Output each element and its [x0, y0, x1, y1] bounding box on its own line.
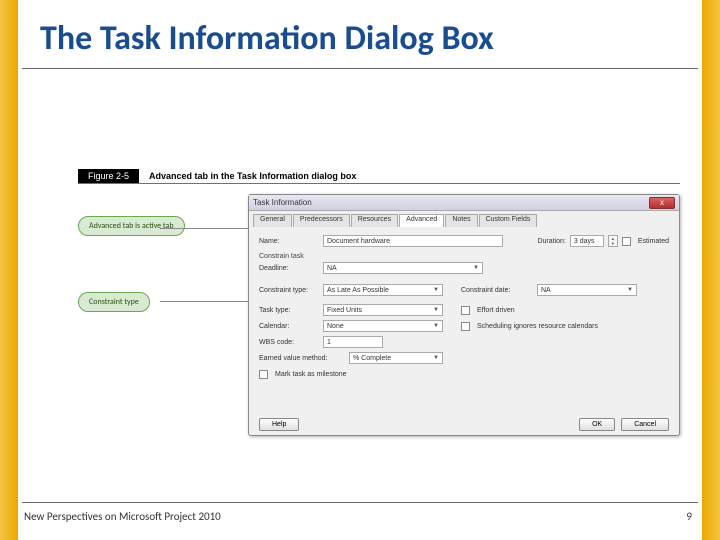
dropdown-icon: ▼	[433, 323, 439, 329]
callout-constraint-text: Constraint type	[89, 297, 139, 307]
dropdown-icon: ▼	[627, 287, 633, 293]
tab-resources[interactable]: Resources	[351, 214, 398, 227]
estimated-label: Estimated	[638, 238, 669, 245]
footer-line	[22, 502, 698, 503]
evm-label: Earned value method:	[259, 355, 345, 362]
duration-label: Duration:	[537, 238, 565, 245]
slide-title: The Task Information Dialog Box	[40, 18, 494, 59]
tab-predecessors[interactable]: Predecessors	[293, 214, 350, 227]
gold-bar-left	[0, 0, 18, 540]
task-type-select[interactable]: Fixed Units▼	[323, 304, 443, 316]
callout-advanced-text: Advanced tab is active tab	[89, 221, 174, 231]
close-icon[interactable]: x	[649, 197, 675, 209]
title-underline	[22, 68, 698, 69]
task-information-dialog: Task Information x General Predecessors …	[248, 194, 680, 436]
callout-advanced-tab: Advanced tab is active tab	[78, 216, 185, 236]
deadline-label: Deadline:	[259, 265, 319, 272]
task-type-label: Task type:	[259, 307, 319, 314]
tab-custom-fields[interactable]: Custom Fields	[479, 214, 538, 227]
name-input[interactable]: Document hardware	[323, 235, 503, 247]
dialog-footer: Help OK Cancel	[249, 418, 679, 431]
tab-notes[interactable]: Notes	[445, 214, 477, 227]
sched-ignores-label: Scheduling ignores resource calendars	[477, 323, 598, 330]
dialog-tabs: General Predecessors Resources Advanced …	[249, 211, 679, 227]
constraint-type-select[interactable]: As Late As Possible▼	[323, 284, 443, 296]
dropdown-icon: ▼	[433, 355, 439, 361]
deadline-input[interactable]: NA▼	[323, 262, 483, 274]
constraint-date-input[interactable]: NA▼	[537, 284, 637, 296]
cancel-button[interactable]: Cancel	[621, 418, 669, 431]
milestone-checkbox[interactable]	[259, 370, 268, 379]
tab-advanced[interactable]: Advanced	[399, 214, 444, 227]
duration-spinner[interactable]: ▲▼	[608, 235, 618, 247]
estimated-checkbox[interactable]	[622, 237, 631, 246]
evm-select[interactable]: % Complete▼	[349, 352, 443, 364]
dropdown-icon: ▼	[433, 287, 439, 293]
name-label: Name:	[259, 238, 319, 245]
constraint-type-label: Constraint type:	[259, 287, 319, 294]
calendar-select[interactable]: None▼	[323, 320, 443, 332]
help-button[interactable]: Help	[259, 418, 299, 431]
dialog-titlebar: Task Information x	[249, 195, 679, 211]
dropdown-icon: ▼	[473, 265, 479, 271]
effort-driven-checkbox[interactable]	[461, 306, 470, 315]
milestone-label: Mark task as milestone	[275, 371, 347, 378]
wbs-label: WBS code:	[259, 339, 319, 346]
constrain-section-label: Constrain task	[259, 253, 669, 260]
footer-text: New Perspectives on Microsoft Project 20…	[24, 510, 221, 523]
duration-input[interactable]: 3 days	[570, 235, 604, 247]
dialog-body: Name: Document hardware Duration: 3 days…	[249, 227, 679, 388]
callout-constraint-type: Constraint type	[78, 292, 150, 312]
tab-general[interactable]: General	[253, 214, 292, 227]
dropdown-icon: ▼	[433, 307, 439, 313]
page-number: 9	[686, 510, 692, 523]
figure-label: Figure 2-5	[78, 169, 139, 183]
calendar-label: Calendar:	[259, 323, 319, 330]
effort-driven-label: Effort driven	[477, 307, 515, 314]
gold-bar-right	[702, 0, 720, 540]
ok-button[interactable]: OK	[579, 418, 615, 431]
figure-header: Figure 2-5 Advanced tab in the Task Info…	[78, 168, 680, 184]
sched-ignores-checkbox[interactable]	[461, 322, 470, 331]
wbs-input[interactable]: 1	[323, 336, 383, 348]
figure-caption: Advanced tab in the Task Information dia…	[139, 169, 366, 183]
constraint-date-label: Constraint date:	[461, 287, 533, 294]
dialog-title: Task Information	[253, 198, 312, 207]
